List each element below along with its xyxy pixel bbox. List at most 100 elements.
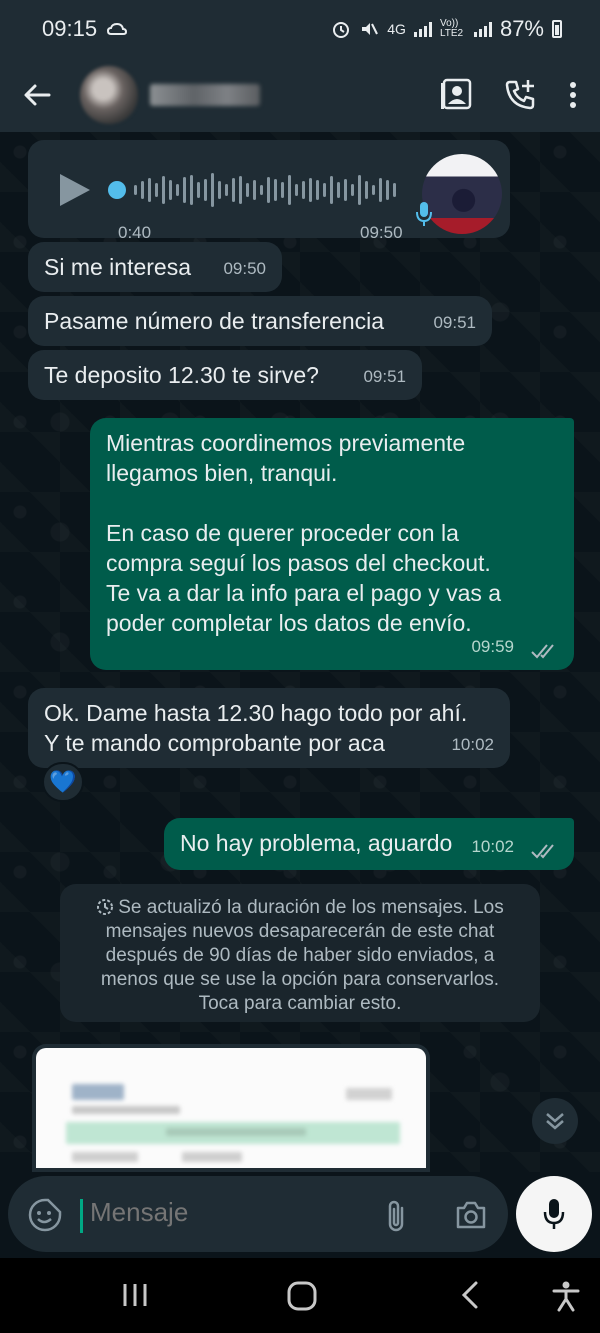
- double-chevron-down-icon: [546, 1113, 564, 1130]
- outgoing-message[interactable]: Mientras coordinemos previamente llegamo…: [90, 418, 574, 670]
- message-line: Ok. Dame hasta 12.30 hago todo por ahí.: [44, 700, 468, 726]
- message-input[interactable]: [90, 1197, 370, 1228]
- waveform-bar: [190, 175, 193, 205]
- voice-record-button[interactable]: [516, 1176, 592, 1252]
- waveform-bar: [351, 184, 354, 196]
- message-line: En caso de querer proceder con la: [106, 520, 459, 546]
- waveform-bar: [302, 181, 305, 199]
- audio-waveform[interactable]: [134, 172, 396, 208]
- waveform-bar: [155, 183, 158, 197]
- disappearing-messages-notice[interactable]: Se actualizó la duración de los mensajes…: [60, 884, 540, 1022]
- sender-avatar: [422, 154, 502, 234]
- waveform-bar: [239, 176, 242, 204]
- text-cursor: [80, 1199, 83, 1233]
- mic-icon: [416, 202, 432, 226]
- incoming-message[interactable]: Pasame número de transferencia 09:51: [28, 296, 492, 346]
- waveform-bar: [288, 175, 291, 205]
- waveform-bar: [393, 183, 396, 197]
- battery-icon: [552, 20, 562, 38]
- more-vert-icon[interactable]: [568, 80, 578, 110]
- message-text: No hay problema, aguardo: [180, 830, 453, 856]
- message-time: 10:02: [471, 837, 514, 856]
- message-time: 09:59: [471, 637, 514, 656]
- waveform-bar: [323, 183, 326, 197]
- home-icon[interactable]: [286, 1280, 318, 1312]
- message-time: 09:50: [360, 223, 403, 242]
- system-navigation-bar: [0, 1258, 600, 1333]
- alarm-icon: [333, 22, 350, 38]
- message-time: 09:50: [223, 259, 266, 278]
- playback-slider-thumb[interactable]: [108, 181, 126, 199]
- blurred-text: [166, 1128, 306, 1136]
- battery-percent: 87%: [499, 16, 544, 41]
- message-time: 09:51: [433, 313, 476, 332]
- waveform-bar: [344, 179, 347, 201]
- waveform-bar: [316, 180, 319, 200]
- cloud-icon: [107, 22, 128, 35]
- network-type: 4G: [387, 21, 406, 37]
- sticker-emoji-icon[interactable]: [28, 1198, 62, 1232]
- waveform-bar: [267, 177, 270, 203]
- message-line: llegamos bien, tranqui.: [106, 460, 338, 486]
- waveform-bar: [141, 181, 144, 199]
- waveform-bar: [274, 179, 277, 201]
- compose-bar: [0, 1172, 600, 1258]
- blurred-text: [72, 1106, 180, 1114]
- document-preview-image: [36, 1048, 426, 1168]
- add-call-icon[interactable]: [504, 78, 538, 112]
- waveform-bar: [379, 178, 382, 202]
- contact-name[interactable]: [150, 84, 260, 106]
- volte-label: Vo)) LTE2: [439, 18, 464, 39]
- notice-line: Toca para cambiar esto.: [198, 993, 402, 1014]
- waveform-bar: [295, 184, 298, 196]
- message-time: 09:51: [363, 367, 406, 386]
- waveform-bar: [183, 177, 186, 203]
- waveform-bar: [281, 182, 284, 198]
- waveform-bar: [176, 184, 179, 196]
- blurred-text: [72, 1152, 138, 1162]
- outgoing-message[interactable]: No hay problema, aguardo 10:02: [164, 818, 574, 870]
- waveform-bar: [330, 176, 333, 204]
- message-line: Mientras coordinemos previamente: [106, 430, 466, 456]
- contact-avatar[interactable]: [80, 66, 138, 124]
- waveform-bar: [358, 175, 361, 205]
- waveform-bar: [232, 178, 235, 202]
- recent-apps-icon[interactable]: [120, 1280, 150, 1310]
- message-text: Te deposito 12.30 te sirve?: [44, 362, 319, 388]
- incoming-message[interactable]: Te deposito 12.30 te sirve? 09:51: [28, 350, 422, 400]
- blurred-logo: [72, 1084, 124, 1100]
- waveform-bar: [372, 185, 375, 195]
- message-line: Y te mando comprobante por aca: [44, 730, 385, 756]
- message-time: 10:02: [451, 735, 494, 754]
- message-text: Pasame número de transferencia: [44, 308, 385, 334]
- waveform-bar: [162, 176, 165, 204]
- status-bar: 09:15 4G Vo)) LTE2 87%: [0, 0, 600, 58]
- notice-line: mensajes nuevos desaparecerán de este ch…: [105, 921, 495, 942]
- accessibility-icon[interactable]: [550, 1280, 582, 1312]
- chat-area[interactable]: 0:40 09:50 Si me interesa 09:50 Pasame n…: [0, 132, 600, 1172]
- scroll-to-bottom-button[interactable]: [532, 1098, 578, 1144]
- contact-card-icon[interactable]: [440, 78, 474, 112]
- reaction-badge[interactable]: 💙: [42, 762, 84, 802]
- play-icon[interactable]: [58, 172, 92, 208]
- waveform-bar: [148, 178, 151, 202]
- waveform-bar: [211, 173, 214, 207]
- waveform-bar: [204, 179, 207, 201]
- camera-icon[interactable]: [454, 1200, 488, 1230]
- back-arrow-icon[interactable]: [22, 80, 52, 110]
- blurred-text: [346, 1088, 392, 1100]
- timer-icon: [97, 899, 114, 915]
- waveform-bar: [246, 183, 249, 197]
- waveform-bar: [134, 185, 137, 195]
- document-message[interactable]: [32, 1044, 430, 1172]
- paperclip-icon[interactable]: [384, 1198, 408, 1234]
- message-input-container[interactable]: [8, 1176, 508, 1252]
- mute-icon: [362, 23, 379, 35]
- waveform-bar: [337, 182, 340, 198]
- voice-message: 0:40 09:50: [28, 140, 510, 242]
- incoming-message[interactable]: Ok. Dame hasta 12.30 hago todo por ahí. …: [28, 688, 510, 768]
- back-nav-icon[interactable]: [458, 1280, 482, 1310]
- status-time: 09:15: [42, 16, 98, 41]
- message-line: compra seguí los pasos del checkout.: [106, 550, 491, 576]
- incoming-message[interactable]: Si me interesa 09:50: [28, 242, 282, 292]
